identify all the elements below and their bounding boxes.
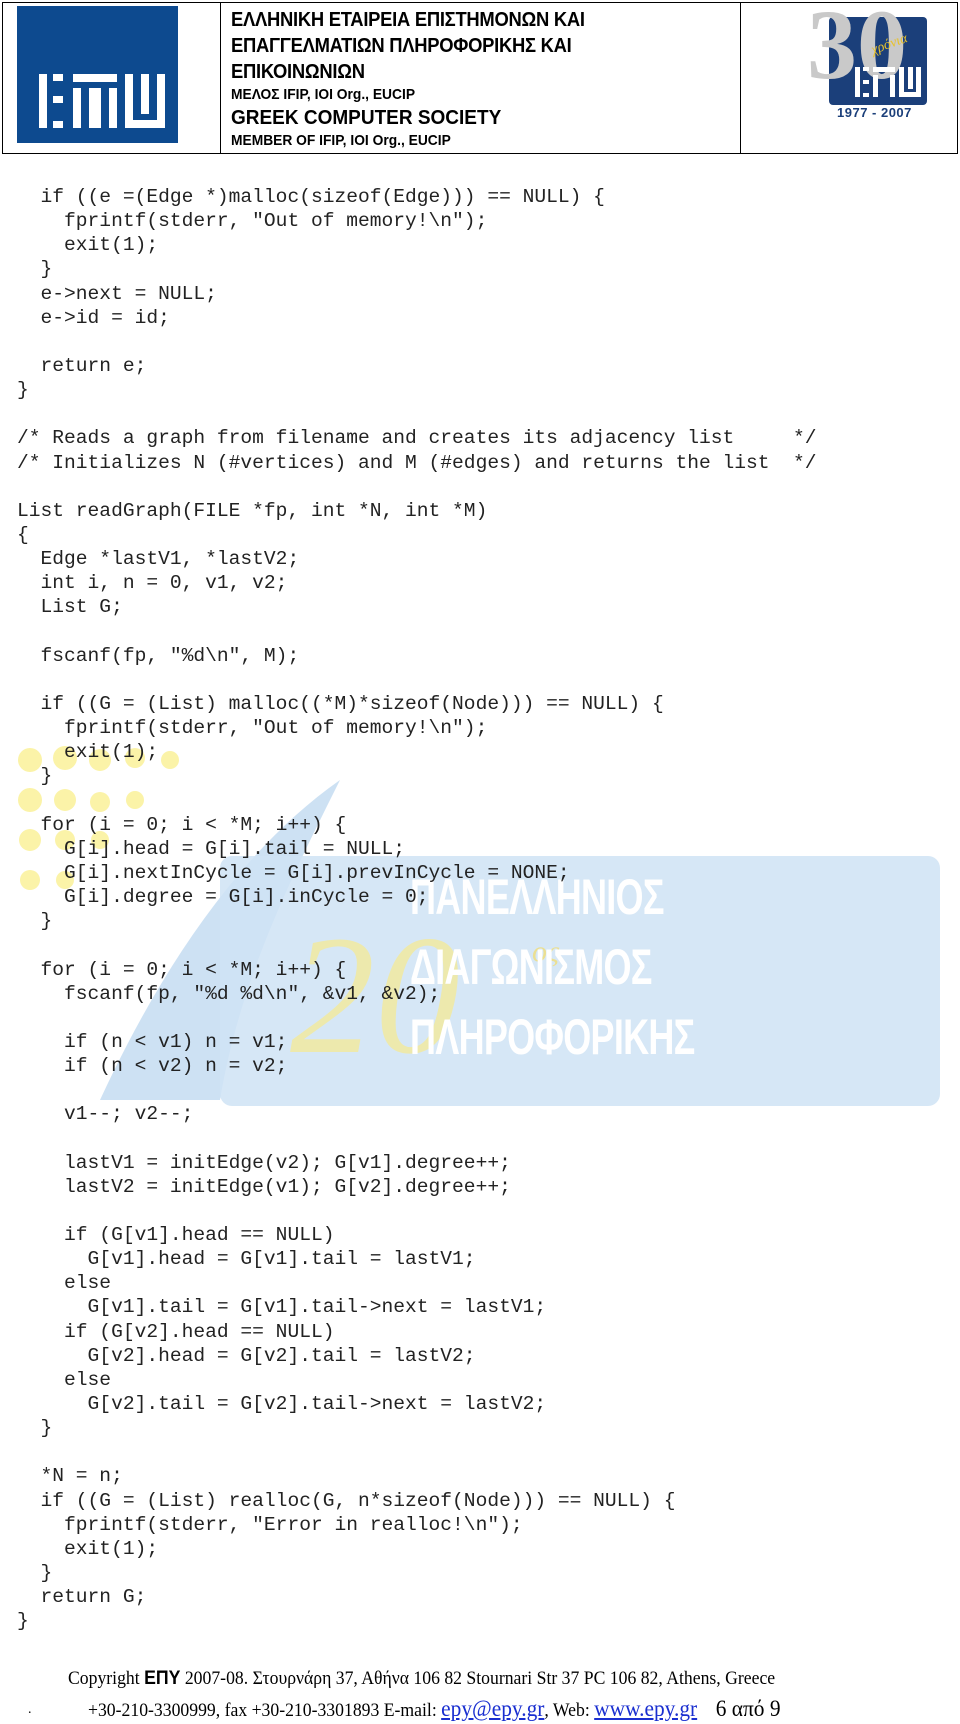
footer-dot: .: [28, 1702, 32, 1717]
code-line: exit(1);: [17, 741, 159, 764]
code-line: lastV1 = initEdge(v2); G[v1].degree++;: [17, 1151, 511, 1174]
code-line: /* Reads a graph from filename and creat…: [17, 427, 817, 450]
mini-epy-icon: [855, 63, 921, 99]
logo-cell: [3, 3, 221, 153]
code-line: G[v2].tail = G[v2].tail->next = lastV2;: [17, 1393, 547, 1416]
code-line: if (G[v2].head == NULL): [17, 1320, 335, 1343]
org-name-greek-line-3: ΕΠΙΚΟΙΝΩΝΙΩΝ: [231, 61, 365, 83]
web-label: , Web:: [544, 1700, 595, 1721]
code-line: fscanf(fp, "%d\n", M);: [17, 644, 300, 667]
code-listing: if ((e =(Edge *)malloc(sizeof(Edge))) ==…: [17, 185, 817, 1633]
email-link[interactable]: epy@epy.gr: [441, 1696, 544, 1721]
anniversary-cell: 30 χρόνια 1977 - 2007: [741, 0, 957, 153]
contact-line: +30-210-3300999, fax +30-210-3301893 E-m…: [88, 1696, 781, 1722]
code-line: List G;: [17, 596, 123, 619]
code-line: }: [17, 379, 29, 402]
code-line: return e;: [17, 354, 147, 377]
member-english: MEMBER OF IFIP, IOI Org., EUCIP: [231, 132, 451, 149]
code-line: return G;: [17, 1586, 147, 1609]
org-name-english: GREEK COMPUTER SOCIETY: [231, 107, 502, 129]
organization-info: ΕΛΛΗΝΙΚΗ ΕΤΑΙΡΕΙΑ ΕΠΙΣΤΗΜΟΝΩΝ ΚΑΙ ΕΠΑΓΓΕ…: [221, 3, 741, 153]
code-line: exit(1);: [17, 234, 159, 257]
code-line: if ((e =(Edge *)malloc(sizeof(Edge))) ==…: [17, 186, 605, 208]
code-line: }: [17, 765, 53, 788]
code-line: lastV2 = initEdge(v1); G[v2].degree++;: [17, 1175, 511, 1198]
code-line: e->next = NULL;: [17, 282, 217, 305]
code-line: }: [17, 1610, 29, 1633]
org-name-greek-line-2: ΕΠΑΓΓΕΛΜΑΤΙΩΝ ΠΛΗΡΟΦΟΡΙΚΗΣ ΚΑΙ: [231, 35, 572, 57]
code-line: for (i = 0; i < *M; i++) {: [17, 813, 347, 836]
brand-name: ΕΠΥ: [144, 1668, 181, 1689]
code-line: if (G[v1].head == NULL): [17, 1224, 335, 1247]
code-line: if ((G = (List) malloc((*M)*sizeof(Node)…: [17, 692, 664, 715]
code-line: G[i].head = G[i].tail = NULL;: [17, 837, 406, 860]
code-line: fprintf(stderr, "Out of memory!\n");: [17, 210, 488, 233]
code-line: G[i].nextInCycle = G[i].prevInCycle = NO…: [17, 861, 570, 884]
code-line: if (n < v2) n = v2;: [17, 1055, 288, 1078]
code-line: int i, n = 0, v1, v2;: [17, 572, 288, 595]
code-line: if (n < v1) n = v1;: [17, 1030, 288, 1053]
code-line: }: [17, 1562, 53, 1585]
code-line: G[v2].head = G[v2].tail = lastV2;: [17, 1344, 476, 1367]
member-greek: ΜΕΛΟΣ IFIP, IOI Org., EUCIP: [231, 86, 416, 103]
code-line: for (i = 0; i < *M; i++) {: [17, 958, 347, 981]
code-line: else: [17, 1272, 112, 1295]
code-line: G[v1].head = G[v1].tail = lastV1;: [17, 1248, 476, 1271]
epy-logo-icon: [17, 6, 178, 143]
code-line: /* Initializes N (#vertices) and M (#edg…: [17, 451, 817, 474]
code-line: Edge *lastV1, *lastV2;: [17, 548, 300, 571]
letterhead: ΕΛΛΗΝΙΚΗ ΕΤΑΙΡΕΙΑ ΕΠΙΣΤΗΜΟΝΩΝ ΚΑΙ ΕΠΑΓΓΕ…: [2, 0, 958, 154]
code-line: exit(1);: [17, 1537, 159, 1560]
website-link[interactable]: www.epy.gr: [594, 1696, 697, 1721]
page-number: 6 από 9: [715, 1696, 781, 1721]
code-line: *N = n;: [17, 1465, 123, 1488]
code-line: G[v1].tail = G[v1].tail->next = lastV1;: [17, 1296, 547, 1319]
org-name-greek-line-1: ΕΛΛΗΝΙΚΗ ΕΤΑΙΡΕΙΑ ΕΠΙΣΤΗΜΟΝΩΝ ΚΑΙ: [231, 9, 585, 31]
anniversary-years: 1977 - 2007: [837, 105, 912, 120]
code-line: }: [17, 1417, 53, 1440]
copyright-prefix: Copyright: [68, 1668, 145, 1689]
code-line: v1--; v2--;: [17, 1103, 194, 1126]
code-line: e->id = id;: [17, 306, 170, 329]
phone-fax: +30-210-3300999, fax +30-210-3301893 E-m…: [88, 1700, 442, 1721]
code-line: if ((G = (List) realloc(G, n*sizeof(Node…: [17, 1489, 676, 1512]
anniversary-logo-icon: 30 χρόνια 1977 - 2007: [807, 0, 927, 121]
code-line: List readGraph(FILE *fp, int *N, int *M): [17, 499, 488, 522]
code-line: }: [17, 910, 53, 933]
code-line: fprintf(stderr, "Out of memory!\n");: [17, 717, 488, 740]
code-line: {: [17, 523, 29, 546]
code-line: fprintf(stderr, "Error in realloc!\n");: [17, 1513, 523, 1536]
code-line: G[i].degree = G[i].inCycle = 0;: [17, 886, 429, 909]
code-line: fscanf(fp, "%d %d\n", &v1, &v2);: [17, 982, 441, 1005]
code-line: }: [17, 258, 53, 281]
address: 2007-08. Στουρνάρη 37, Αθήνα 106 82 Stou…: [180, 1668, 776, 1689]
copyright-line: Copyright ΕΠΥ 2007-08. Στουρνάρη 37, Αθή…: [68, 1668, 775, 1690]
code-line: else: [17, 1368, 112, 1391]
